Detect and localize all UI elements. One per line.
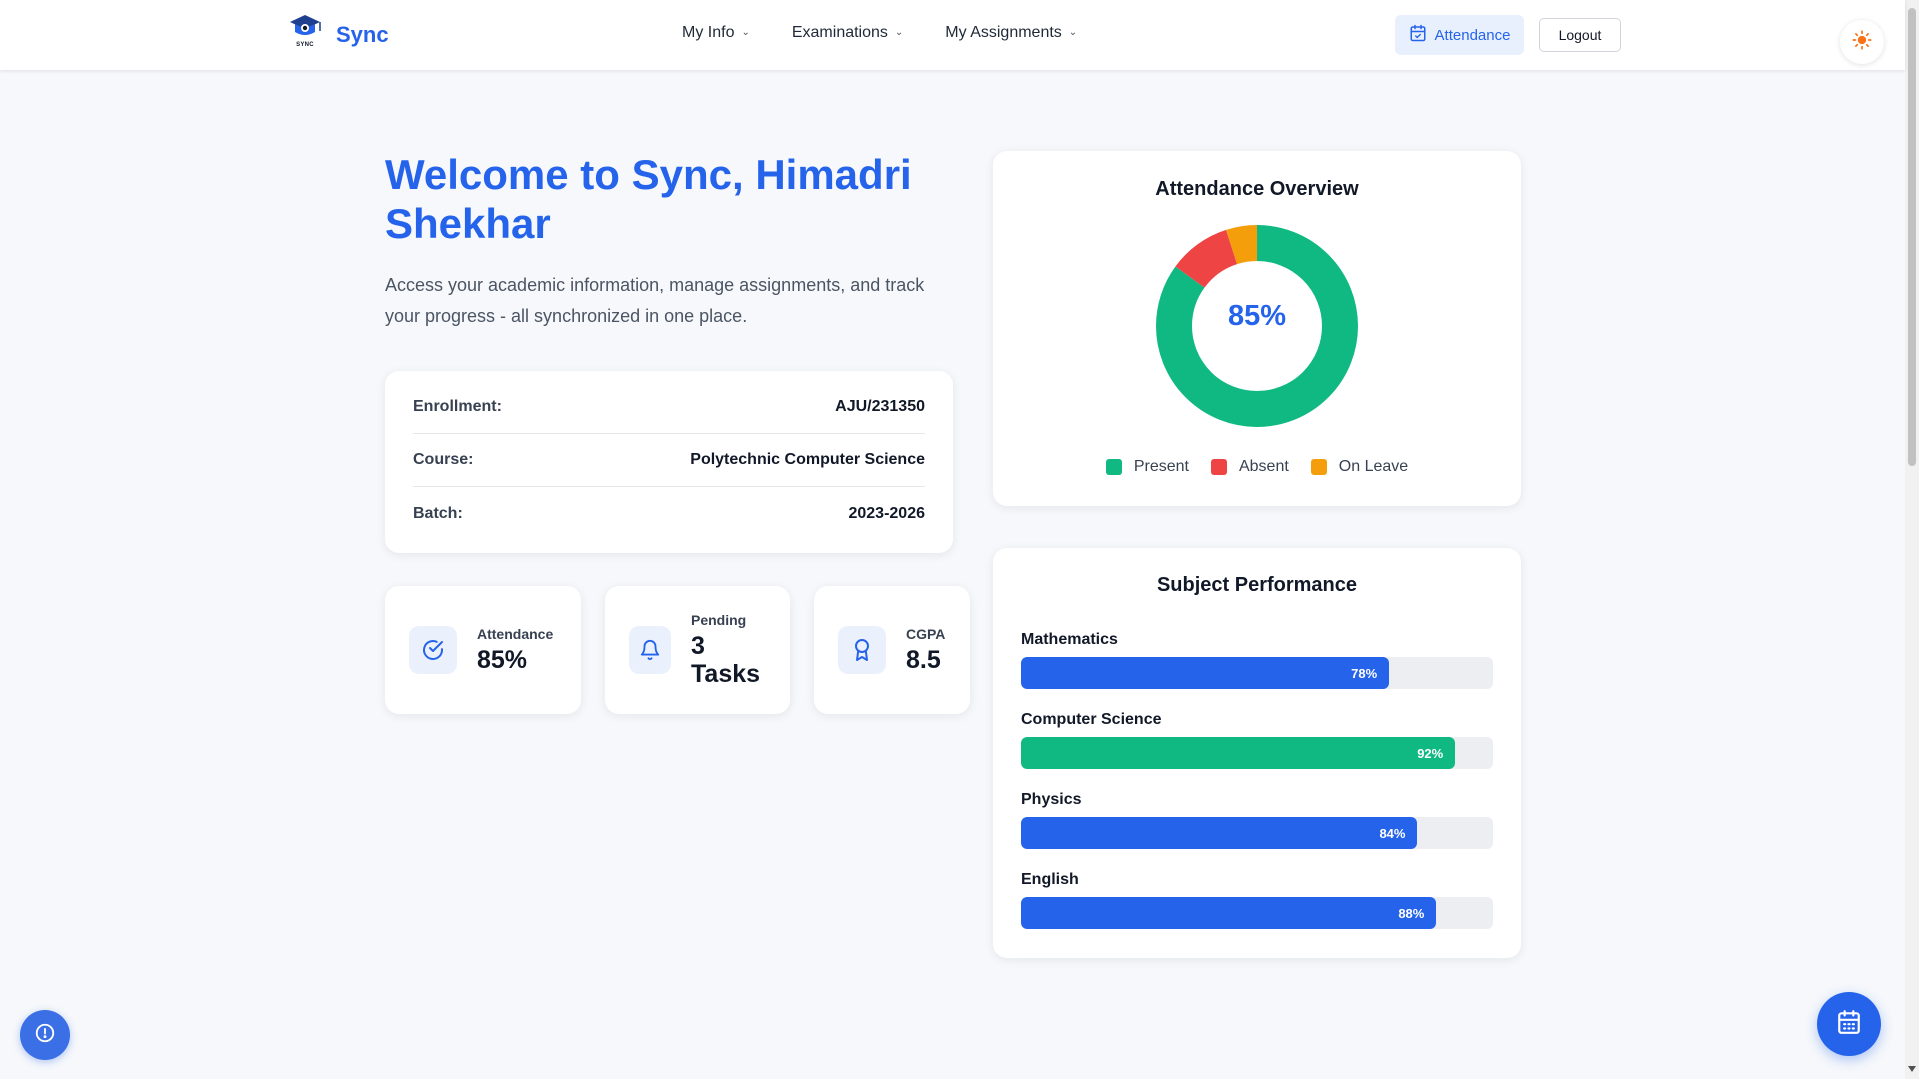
chevron-down-icon: ⌄ [1068, 26, 1078, 38]
progress-bar: 92% [1021, 737, 1456, 769]
progress-value-label: 88% [1398, 905, 1425, 921]
attendance-overview-card: Attendance Overview 85% Present Absent O… [993, 151, 1521, 506]
stat-card-cgpa[interactable]: CGPA 8.5 [814, 586, 970, 714]
chevron-down-icon: ⌄ [894, 26, 904, 38]
stat-card-pending[interactable]: Pending 3 Tasks [605, 586, 790, 714]
nav-my-assignments[interactable]: My Assignments ⌄ [945, 24, 1077, 42]
brand[interactable]: SYNC Sync [286, 13, 389, 57]
calendar-icon [1836, 1009, 1862, 1040]
sync-logo-icon: SYNC [286, 13, 324, 57]
scroll-down-arrow-icon[interactable] [1908, 1066, 1916, 1072]
top-navbar: SYNC Sync My Info ⌄ Examinations ⌄ My As… [0, 0, 1905, 70]
info-label: Batch: [413, 504, 463, 522]
logo-text: SYNC [296, 42, 314, 48]
subject-row: English 88% [1021, 871, 1493, 951]
info-row-enrollment: Enrollment: AJU/231350 [413, 381, 925, 434]
progress-value-label: 78% [1351, 665, 1378, 681]
help-button[interactable] [20, 1010, 70, 1060]
info-label: Course: [413, 451, 474, 468]
legend-swatch [1105, 459, 1122, 475]
info-row-batch: Batch: 2023-2026 [413, 487, 925, 540]
info-row-course: Course: Polytechnic Computer Science [413, 434, 925, 487]
subject-row: Computer Science 92% [1021, 711, 1493, 791]
check-circle-icon [409, 626, 457, 674]
progress-track: 78% [1021, 657, 1493, 689]
student-info-card: Enrollment: AJU/231350 Course: Polytechn… [385, 371, 953, 553]
subject-performance-title: Subject Performance [1156, 574, 1358, 596]
scrollbar-thumb[interactable] [1908, 8, 1916, 466]
subject-name: Physics [1021, 791, 1082, 808]
page-scrollbar[interactable] [1905, 0, 1919, 1079]
info-value: 2023-2026 [848, 504, 925, 522]
nav-label: My Info [682, 24, 735, 41]
progress-bar: 78% [1021, 657, 1390, 689]
progress-track: 92% [1021, 737, 1493, 769]
chart-legend: Present Absent On Leave [993, 458, 1521, 476]
subject-name: English [1021, 871, 1079, 888]
stat-label: Pending [691, 612, 747, 628]
progress-bar: 84% [1021, 817, 1418, 849]
attendance-button[interactable]: Attendance [1395, 15, 1524, 55]
attendance-overview-title: Attendance Overview [1155, 178, 1359, 200]
info-alert-icon [34, 1022, 56, 1049]
chevron-down-icon: ⌄ [741, 26, 750, 38]
stat-label: Attendance [477, 626, 554, 642]
nav-label: Examinations [791, 24, 888, 41]
stat-label: CGPA [906, 626, 946, 642]
stat-card-attendance[interactable]: Attendance 85% [385, 586, 581, 714]
progress-track: 88% [1021, 897, 1493, 929]
subject-performance-card: Subject Performance Mathematics 78% Comput… [993, 548, 1521, 958]
page-title: Welcome to Sync, Himadri Shekhar [385, 151, 912, 247]
legend-item-present[interactable]: Present [1105, 458, 1189, 476]
brand-name: Sync [336, 22, 389, 47]
subject-name: Mathematics [1021, 631, 1118, 648]
legend-item-absent[interactable]: Absent [1210, 458, 1289, 476]
logout-button[interactable]: Logout [1539, 18, 1621, 52]
progress-value-label: 84% [1379, 825, 1406, 841]
main-nav: My Info ⌄ Examinations ⌄ My Assignments … [682, 24, 1119, 42]
info-value: Polytechnic Computer Science [690, 451, 925, 468]
subject-name: Computer Science [1021, 711, 1162, 728]
progress-track: 84% [1021, 817, 1493, 849]
bell-icon [629, 626, 671, 674]
attendance-button-label: Attendance [1434, 26, 1511, 44]
progress-value-label: 92% [1417, 745, 1444, 761]
legend-swatch [1310, 459, 1327, 475]
nav-my-info[interactable]: My Info ⌄ [682, 24, 750, 42]
info-value: AJU/231350 [835, 398, 925, 415]
info-label: Enrollment: [413, 398, 502, 415]
stat-value: 8.5 [906, 646, 941, 674]
page-subtitle: Access your academic information, manage… [385, 275, 925, 326]
calendar-fab-button[interactable] [1817, 992, 1881, 1056]
legend-label: Present [1133, 458, 1189, 475]
stat-value: 85% [477, 646, 528, 674]
subject-row: Mathematics 78% [1021, 631, 1493, 711]
legend-label: On Leave [1338, 458, 1409, 475]
progress-bar: 88% [1021, 897, 1437, 929]
theme-toggle-button[interactable] [1840, 20, 1884, 64]
legend-label: Absent [1238, 458, 1289, 475]
sun-icon [1852, 29, 1872, 55]
subject-row: Physics 84% [1021, 791, 1493, 871]
legend-item-on-leave[interactable]: On Leave [1310, 458, 1409, 476]
legend-swatch [1210, 459, 1227, 475]
stat-value: 3 Tasks [691, 632, 761, 688]
award-icon [838, 626, 886, 674]
calendar-check-icon [1409, 24, 1427, 46]
nav-examinations[interactable]: Examinations ⌄ [792, 24, 903, 42]
donut-center-label: 85% [1227, 300, 1287, 332]
subject-performance-list: Mathematics 78% Computer Science 92% Physics… [1021, 631, 1493, 951]
nav-label: My Assignments [945, 24, 1062, 41]
